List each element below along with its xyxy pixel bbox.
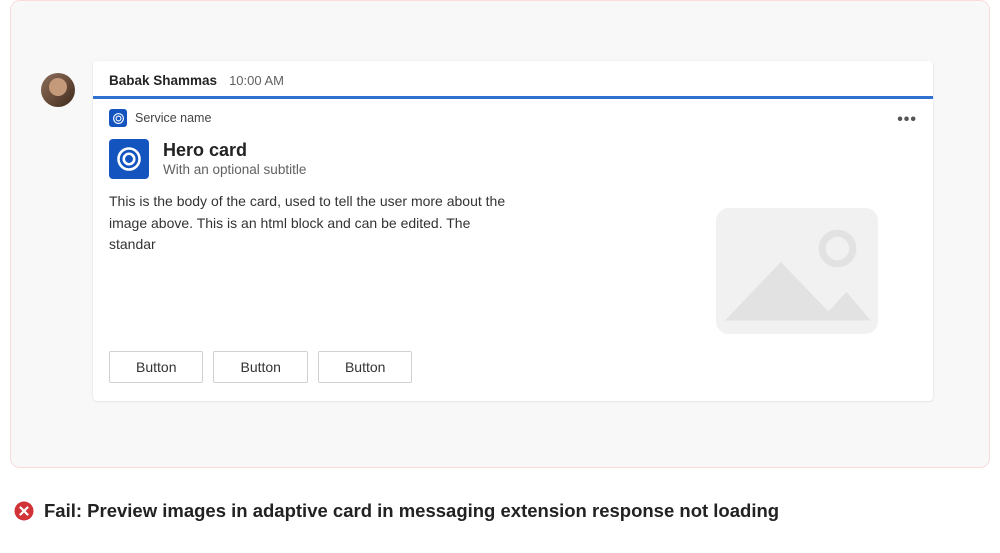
service-row: Service name xyxy=(109,109,917,127)
sender-avatar[interactable] xyxy=(41,73,75,107)
card-button-3[interactable]: Button xyxy=(318,351,412,383)
card-button-2[interactable]: Button xyxy=(213,351,307,383)
card-subtitle: With an optional subtitle xyxy=(163,162,306,177)
card-button-row: Button Button Button xyxy=(109,351,917,383)
service-name: Service name xyxy=(135,111,211,125)
card-more-menu[interactable]: ••• xyxy=(897,111,917,129)
caption-row: Fail: Preview images in adaptive card in… xyxy=(14,500,1000,522)
card-content-row: This is the body of the card, used to te… xyxy=(109,191,917,351)
screenshot-canvas: Babak Shammas 10:00 AM ••• Service name xyxy=(10,0,990,468)
hero-circle-icon xyxy=(109,139,149,179)
message-header: Babak Shammas 10:00 AM xyxy=(93,61,933,96)
card-title: Hero card xyxy=(163,141,306,161)
card-button-1[interactable]: Button xyxy=(109,351,203,383)
card-body-text: This is the body of the card, used to te… xyxy=(109,191,509,256)
image-placeholder-icon xyxy=(697,191,897,351)
chat-message: Babak Shammas 10:00 AM ••• Service name xyxy=(93,61,933,401)
fail-icon xyxy=(14,501,34,521)
hero-header: Hero card With an optional subtitle xyxy=(109,139,917,179)
sender-name[interactable]: Babak Shammas xyxy=(109,73,217,88)
caption-text: Fail: Preview images in adaptive card in… xyxy=(44,500,779,522)
message-timestamp: 10:00 AM xyxy=(229,73,284,88)
adaptive-card: ••• Service name H xyxy=(93,99,933,401)
service-circle-icon xyxy=(109,109,127,127)
